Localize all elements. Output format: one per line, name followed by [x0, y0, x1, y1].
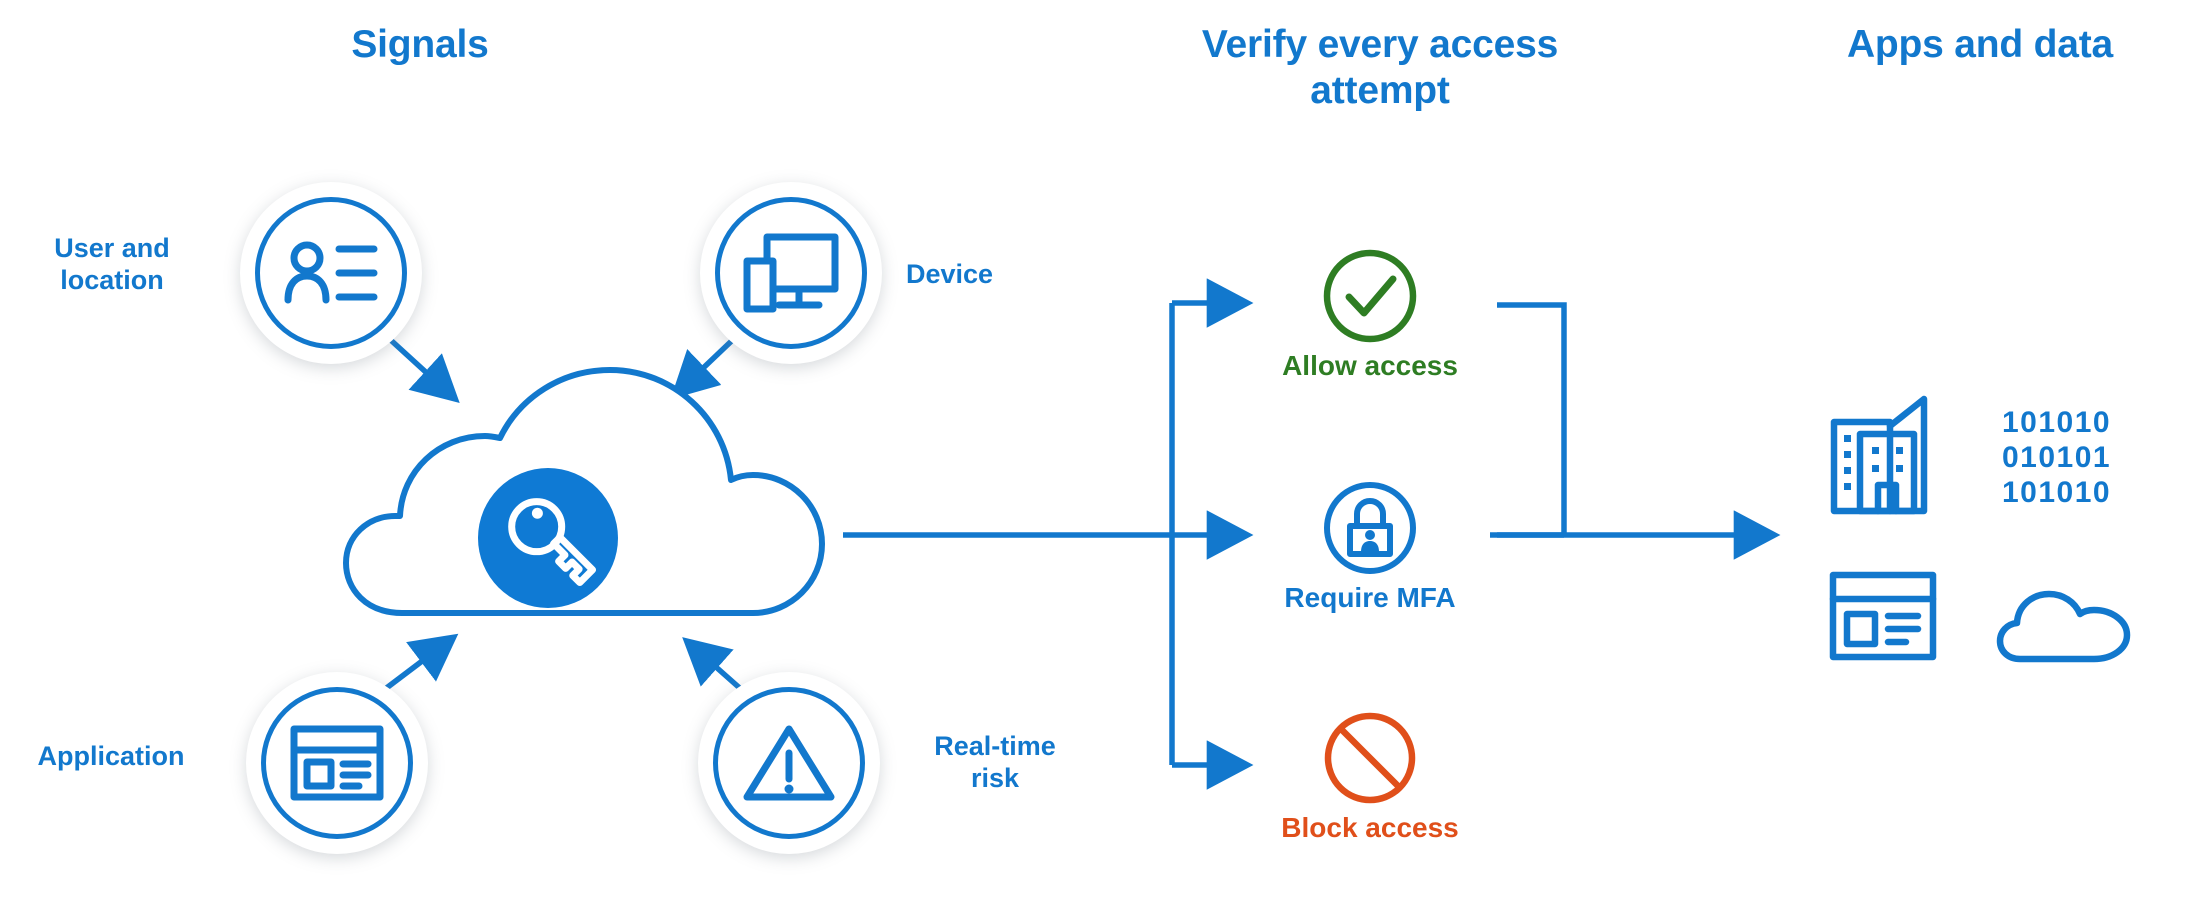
binary-digits-icon: 101010 010101 101010	[2002, 406, 2111, 509]
cloud-hub	[343, 367, 825, 616]
decision-require-mfa[interactable]: Require MFA	[1240, 480, 1500, 614]
signal-label-user-location: User and location	[22, 232, 202, 296]
line-allow-join	[1497, 302, 1567, 535]
buildings-icon	[1830, 395, 1928, 515]
binary-row-1: 101010	[2002, 406, 2111, 439]
signal-badge-application[interactable]	[246, 672, 428, 854]
no-entry-icon	[1324, 712, 1416, 804]
lock-person-icon	[1324, 482, 1416, 574]
signal-label-device: Device	[906, 258, 1086, 290]
decision-allow-access[interactable]: Allow access	[1240, 248, 1500, 382]
decision-label-block: Block access	[1281, 812, 1459, 843]
signal-label-line1: Real-time	[934, 731, 1056, 761]
app-window-icon	[1829, 571, 1937, 661]
signal-label-line1: User and	[54, 233, 170, 263]
decision-label-mfa: Require MFA	[1284, 582, 1456, 613]
app-window-icon	[290, 725, 384, 801]
key-circle-background	[478, 468, 618, 608]
apps-data-item-data[interactable]: 101010 010101 101010	[2000, 406, 2130, 509]
apps-data-item-cloud[interactable]	[1996, 590, 2132, 669]
warning-triangle-icon	[743, 725, 835, 801]
signal-badge-device[interactable]	[700, 182, 882, 364]
cloud-icon	[1996, 590, 2131, 663]
apps-data-item-apps[interactable]	[1828, 570, 1938, 667]
signal-badge-real-time-risk[interactable]	[698, 672, 880, 854]
signal-label-line2: risk	[970, 763, 1020, 793]
signal-badge-user-location[interactable]	[240, 182, 422, 364]
binary-row-3: 101010	[2002, 476, 2111, 509]
signal-label-real-time-risk: Real-time risk	[900, 730, 1090, 794]
decision-label-allow: Allow access	[1282, 350, 1458, 381]
apps-data-item-on-premises[interactable]	[1828, 395, 1946, 522]
user-card-icon	[284, 241, 378, 304]
signal-label-application: Application	[6, 740, 216, 772]
check-circle-icon	[1323, 249, 1417, 343]
device-monitor-phone-icon	[743, 233, 839, 313]
signal-label-line2: location	[60, 265, 164, 295]
zero-trust-diagram: Signals Verify every access attempt Apps…	[0, 0, 2201, 899]
signal-label-line1: Application	[37, 741, 185, 771]
binary-row-2: 010101	[2002, 441, 2111, 474]
decision-block-access[interactable]: Block access	[1240, 710, 1500, 844]
signal-label-line1: Device	[906, 259, 994, 289]
